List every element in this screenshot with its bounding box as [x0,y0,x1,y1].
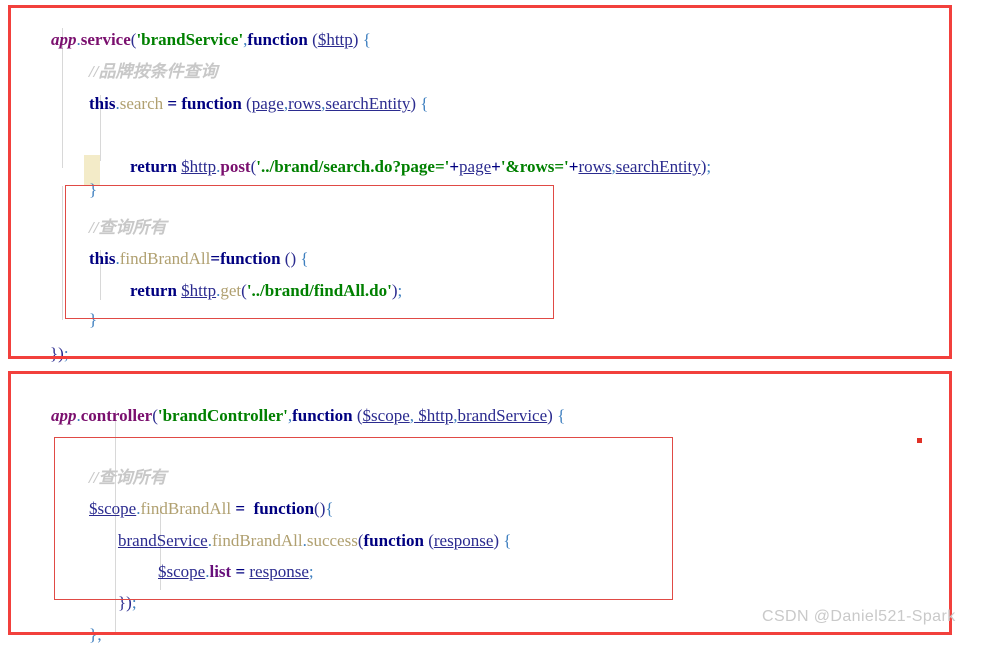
annotation-box-service [8,5,952,359]
watermark-label: CSDN @Daniel521-Spark [762,608,956,625]
annotation-box-controller [8,371,952,635]
red-dot-marker [917,438,922,443]
